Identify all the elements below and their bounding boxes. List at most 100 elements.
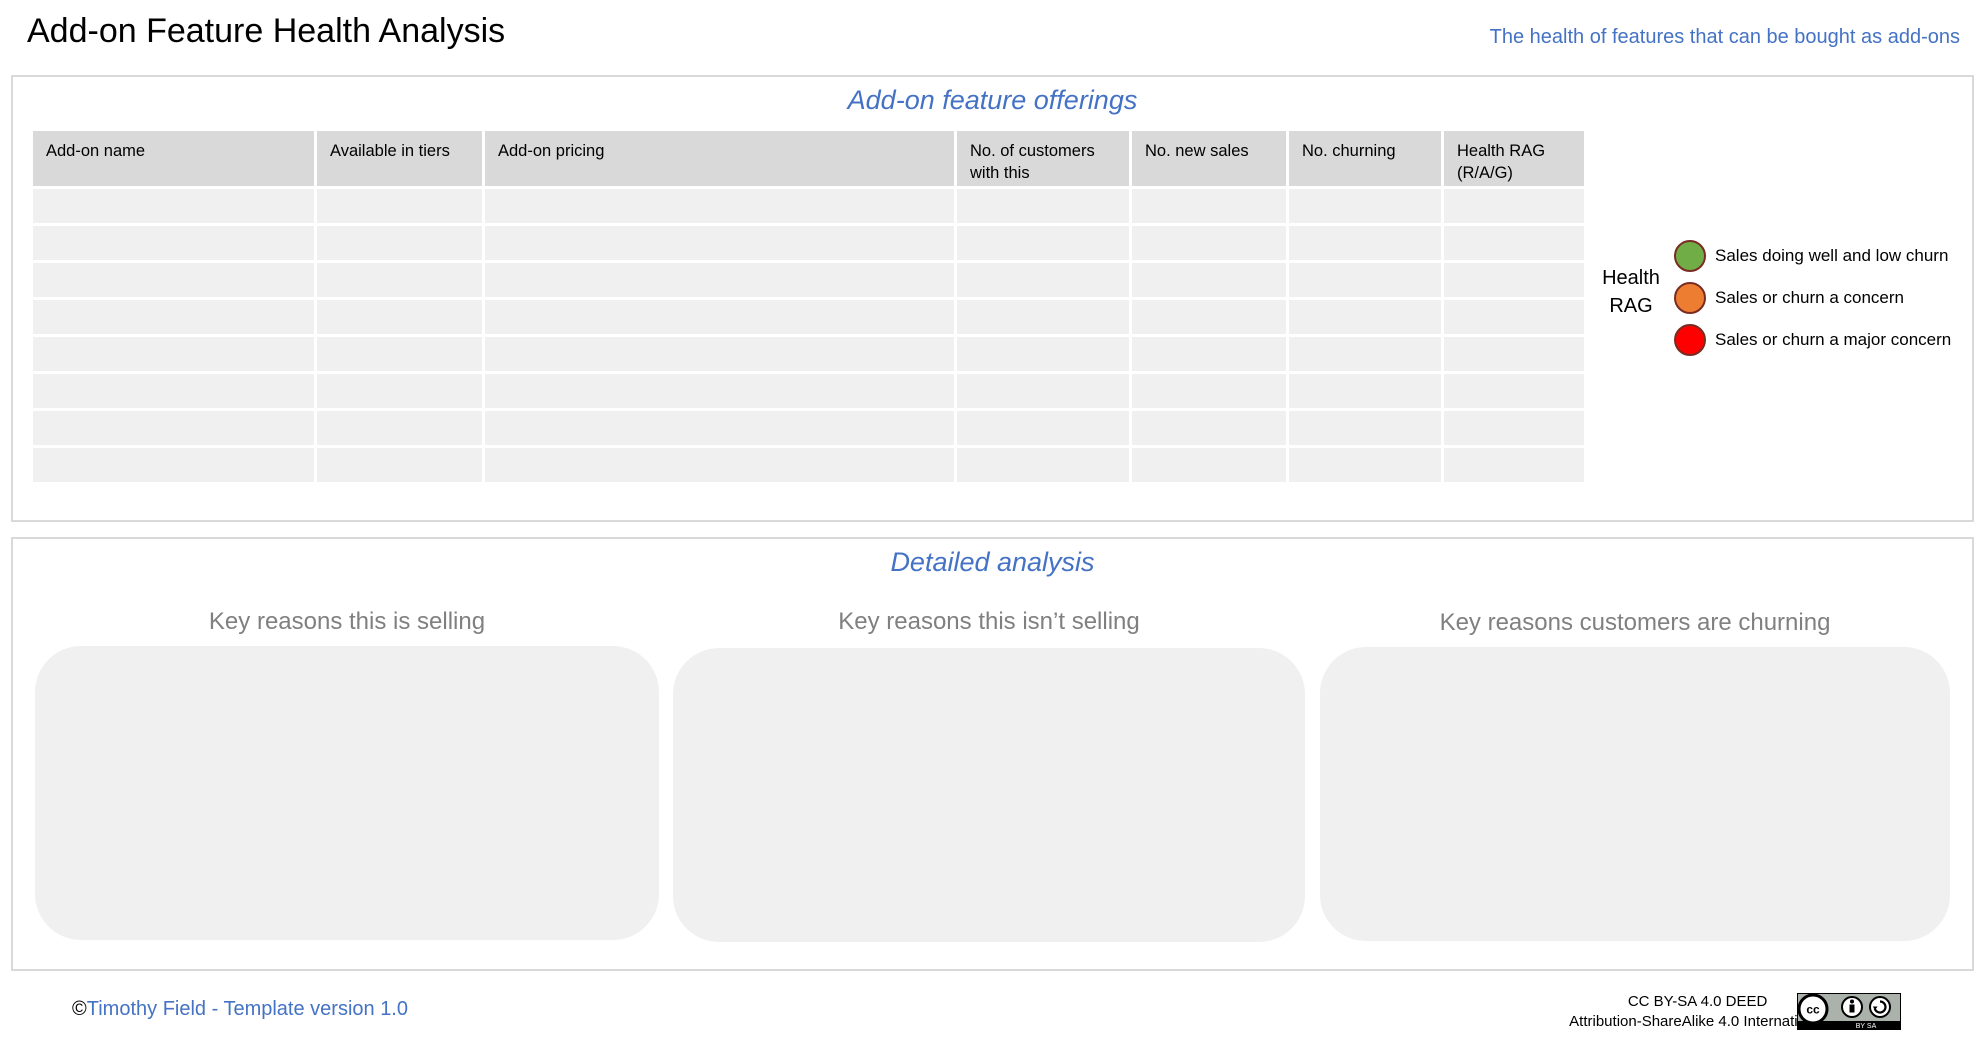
table-cell[interactable]: [1289, 300, 1441, 334]
table-cell[interactable]: [485, 411, 954, 445]
table-row: [33, 337, 1584, 371]
cc-by-sa-badge-icon[interactable]: cc BY SA: [1797, 993, 1901, 1030]
table-cell[interactable]: [1289, 263, 1441, 297]
table-cell[interactable]: [957, 226, 1129, 260]
table-cell[interactable]: [957, 263, 1129, 297]
table-cell[interactable]: [1132, 189, 1286, 223]
table-cell[interactable]: [957, 189, 1129, 223]
table-cell[interactable]: [1444, 189, 1584, 223]
selling-heading: Key reasons this is selling: [208, 608, 486, 635]
table-cell[interactable]: [33, 411, 314, 445]
table-cell[interactable]: [33, 189, 314, 223]
addon-table: Add-on name Available in tiers Add-on pr…: [30, 128, 1587, 485]
table-cell[interactable]: [1289, 448, 1441, 482]
red-circle-icon: [1674, 324, 1706, 356]
table-cell[interactable]: [957, 374, 1129, 408]
selling-reasons-box[interactable]: [35, 646, 659, 940]
table-cell[interactable]: [33, 300, 314, 334]
table-cell[interactable]: [1444, 374, 1584, 408]
churning-heading: Key reasons customers are churning: [1439, 609, 1831, 636]
legend-label-red: Sales or churn a major concern: [1715, 330, 1952, 349]
col-header-tiers: Available in tiers: [317, 131, 482, 186]
table-cell[interactable]: [317, 189, 482, 223]
col-header-customers: No. of customers with this: [957, 131, 1129, 186]
license-line-2: Attribution-ShareAlike 4.0 International: [1569, 1013, 1826, 1030]
table-cell[interactable]: [317, 337, 482, 371]
table-cell[interactable]: [33, 226, 314, 260]
green-circle-icon: [1674, 240, 1706, 272]
table-cell[interactable]: [957, 448, 1129, 482]
col-header-new-sales: No. new sales: [1132, 131, 1286, 186]
col-header-health-rag: Health RAG (R/A/G): [1444, 131, 1584, 186]
legend-label-amber: Sales or churn a concern: [1715, 288, 1904, 307]
table-cell[interactable]: [485, 337, 954, 371]
table-row: [33, 189, 1584, 223]
table-cell[interactable]: [1444, 226, 1584, 260]
amber-circle-icon: [1674, 282, 1706, 314]
table-cell[interactable]: [317, 411, 482, 445]
table-cell[interactable]: [1444, 300, 1584, 334]
analysis-panel: Detailed analysis Key reasons this is se…: [11, 537, 1974, 971]
table-cell[interactable]: [485, 226, 954, 260]
offerings-panel: Add-on feature offerings Add-on name Ava…: [11, 75, 1974, 522]
table-row: [33, 448, 1584, 482]
analysis-title: Detailed analysis: [890, 547, 1095, 577]
table-row: [33, 263, 1584, 297]
table-cell[interactable]: [317, 300, 482, 334]
table-cell[interactable]: [1132, 374, 1286, 408]
table-cell[interactable]: [1444, 448, 1584, 482]
table-cell[interactable]: [1289, 374, 1441, 408]
table-cell[interactable]: [317, 448, 482, 482]
legend-item-green: Sales doing well and low churn: [1674, 240, 1948, 272]
table-cell[interactable]: [485, 189, 954, 223]
churning-reasons-box[interactable]: [1320, 647, 1950, 941]
page-title: Add-on Feature Health Analysis: [27, 12, 506, 50]
copyright-symbol: ©: [72, 998, 87, 1020]
table-cell[interactable]: [317, 374, 482, 408]
table-row: [33, 300, 1584, 334]
table-cell[interactable]: [1444, 263, 1584, 297]
table-cell[interactable]: [317, 226, 482, 260]
table-cell[interactable]: [485, 374, 954, 408]
table-cell[interactable]: [1132, 448, 1286, 482]
table-cell[interactable]: [485, 300, 954, 334]
table-body: [33, 189, 1584, 482]
table-cell[interactable]: [317, 263, 482, 297]
col-header-addon-name: Add-on name: [33, 131, 314, 186]
table-cell[interactable]: [957, 337, 1129, 371]
table-cell[interactable]: [485, 448, 954, 482]
table-cell[interactable]: [957, 411, 1129, 445]
table-cell[interactable]: [1289, 189, 1441, 223]
table-cell[interactable]: [485, 263, 954, 297]
table-cell[interactable]: [1444, 337, 1584, 371]
badge-label: BY SA: [1856, 1023, 1877, 1030]
table-cell[interactable]: [1132, 411, 1286, 445]
table-cell[interactable]: [1132, 226, 1286, 260]
table-row: [33, 411, 1584, 445]
not-selling-reasons-box[interactable]: [673, 648, 1305, 942]
table-cell[interactable]: [957, 300, 1129, 334]
license-text: CC BY-SA 4.0 DEED Attribution-ShareAlike…: [1569, 992, 1826, 1032]
col-header-churning: No. churning: [1289, 131, 1441, 186]
not-selling-heading: Key reasons this isn’t selling: [838, 608, 1140, 635]
col-header-pricing: Add-on pricing: [485, 131, 954, 186]
table-cell[interactable]: [1444, 411, 1584, 445]
table-cell[interactable]: [33, 263, 314, 297]
table-cell[interactable]: [1289, 411, 1441, 445]
legend-item-amber: Sales or churn a concern: [1674, 282, 1904, 314]
footer-copyright: ©Timothy Field - Template version 1.0: [72, 998, 408, 1021]
table-cell[interactable]: [1289, 337, 1441, 371]
table-cell[interactable]: [1132, 263, 1286, 297]
table-cell[interactable]: [33, 374, 314, 408]
table-cell[interactable]: [1132, 337, 1286, 371]
copyright-text[interactable]: Timothy Field - Template version 1.0: [87, 998, 408, 1020]
table-cell[interactable]: [1289, 226, 1441, 260]
table-cell[interactable]: [33, 337, 314, 371]
table-cell[interactable]: [1132, 300, 1286, 334]
table-header-row: Add-on name Available in tiers Add-on pr…: [33, 131, 1584, 186]
legend-label-green: Sales doing well and low churn: [1715, 246, 1949, 265]
license-line-1: CC BY-SA 4.0 DEED: [1627, 993, 1768, 1010]
legend-title: Health RAG: [1602, 267, 1660, 317]
table-row: [33, 374, 1584, 408]
table-cell[interactable]: [33, 448, 314, 482]
